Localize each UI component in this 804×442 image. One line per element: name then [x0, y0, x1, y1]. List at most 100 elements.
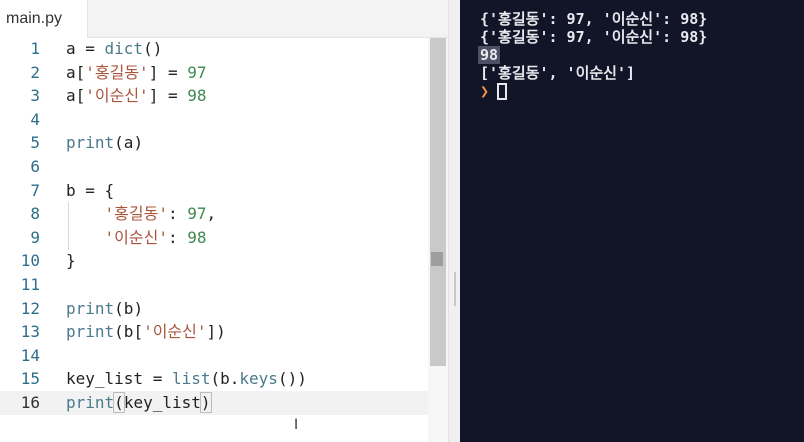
code-token: '이순신' — [143, 322, 207, 342]
code-text: } — [66, 249, 76, 273]
console-output-line: 98 — [478, 46, 501, 64]
code-token: : — [167, 204, 188, 224]
console-output-line: {'홍길동': 97, '이순신': 98} — [480, 28, 708, 46]
line-number: 10 — [20, 251, 40, 271]
code-line[interactable]: 13 print(b['이순신']) — [0, 320, 428, 344]
code-line[interactable]: 12 print(b) — [0, 297, 428, 321]
line-number: 9 — [30, 227, 40, 247]
code-area[interactable]: 1a = dict() 2 a['홍길동'] = 97 3 a['이순신'] = 98 4… — [0, 37, 428, 442]
code-line[interactable]: 5 print(a) — [0, 131, 428, 155]
code-text: print(a) — [66, 131, 143, 155]
line-number: 5 — [30, 133, 40, 153]
code-token: key_list = — [66, 369, 172, 389]
code-token: '홍길동' — [85, 62, 149, 82]
code-token: a[ — [66, 62, 86, 82]
code-token: () — [143, 39, 163, 58]
code-token: : — [167, 227, 188, 247]
code-line[interactable]: 3 a['이순신'] = 98 — [0, 84, 428, 108]
code-token: dict — [104, 39, 144, 58]
code-token: ] = — [148, 86, 188, 106]
code-token: '이순신' — [104, 227, 168, 247]
code-text: print(b) — [66, 297, 143, 321]
code-token: keys — [239, 369, 278, 389]
code-line[interactable]: 1 a = dict() — [0, 37, 428, 61]
code-token: (b[ — [114, 322, 144, 342]
code-token: 98 — [187, 227, 207, 247]
line-number: 6 — [30, 157, 40, 176]
code-line[interactable]: 6 — [0, 155, 428, 179]
code-text: a['이순신'] = 98 — [66, 84, 207, 108]
code-token: '이순신' — [85, 86, 149, 106]
code-token: ( — [113, 392, 125, 413]
code-text: print(b['이순신']) — [66, 320, 226, 344]
console-cursor[interactable] — [497, 83, 507, 100]
line-number: 15 — [20, 369, 40, 389]
code-token: 98 — [187, 86, 207, 106]
code-line[interactable]: 8 '홍길동': 97, — [0, 202, 428, 226]
line-number: 12 — [20, 298, 40, 318]
line-number: 1 — [30, 39, 40, 58]
code-text: '홍길동': 97, — [66, 202, 217, 226]
code-text: a = dict() — [66, 37, 162, 61]
code-token: (b) — [114, 298, 144, 318]
code-line[interactable]: 14 — [0, 344, 428, 368]
line-number: 8 — [30, 204, 40, 224]
line-number: 7 — [30, 180, 40, 200]
tab-main-py[interactable]: main.py — [0, 0, 88, 38]
code-token: ] = — [148, 62, 188, 82]
code-line[interactable]: 11 — [0, 273, 428, 297]
code-line[interactable]: 16 print(key_list) — [0, 391, 428, 415]
line-number: 4 — [30, 109, 40, 129]
code-token: print — [66, 298, 115, 318]
indent-guide — [68, 202, 69, 250]
code-text: b = { — [66, 179, 114, 203]
splitter-grip[interactable] — [454, 272, 456, 306]
code-token: key_list — [123, 393, 201, 412]
code-token: a = — [66, 39, 105, 58]
code-text: key_list = list(b.keys()) — [66, 367, 307, 391]
line-number: 3 — [30, 86, 40, 106]
prompt-icon: ❯ — [480, 82, 490, 100]
line-number: 11 — [20, 275, 40, 294]
code-token: print — [66, 322, 115, 342]
code-token: ()) — [277, 369, 307, 389]
scrollbar-marker — [431, 252, 443, 266]
code-line[interactable]: 15 key_list = list(b.keys()) — [0, 367, 428, 391]
line-number: 2 — [30, 62, 40, 82]
code-line[interactable]: 7 b = { — [0, 179, 428, 203]
code-token: a[ — [66, 86, 86, 106]
code-token: 97 — [187, 204, 207, 224]
code-text: print(key_list) — [66, 391, 212, 415]
code-token: '홍길동' — [104, 204, 168, 224]
console-pane[interactable]: {'홍길동': 97, '이순신': 98} {'홍길동': 97, '이순신'… — [460, 0, 804, 442]
code-line[interactable]: 9 '이순신': 98 — [0, 226, 428, 250]
code-token: (b. — [210, 369, 240, 389]
line-number: 13 — [20, 322, 40, 342]
code-line[interactable]: 10} — [0, 249, 428, 273]
console-output-line: {'홍길동': 97, '이순신': 98} — [480, 10, 708, 28]
line-number: 14 — [20, 345, 40, 365]
code-token: (a) — [114, 133, 144, 153]
line-number: 16 — [20, 393, 40, 412]
vertical-scrollbar[interactable] — [428, 38, 448, 442]
code-token: list — [171, 369, 211, 389]
code-text: a['홍길동'] = 97 — [66, 61, 207, 85]
code-text: '이순신': 98 — [66, 226, 207, 250]
code-token: , — [206, 204, 217, 224]
code-token: ]) — [206, 322, 226, 342]
code-line[interactable]: 2 a['홍길동'] = 97 — [0, 61, 428, 85]
code-line[interactable]: 4 — [0, 108, 428, 132]
scrollbar-thumb[interactable] — [430, 38, 446, 366]
code-token: ) — [199, 392, 212, 413]
code-token: print — [66, 393, 115, 412]
code-token: 97 — [187, 62, 207, 82]
pane-splitter[interactable] — [448, 0, 460, 442]
tab-bar: main.py — [0, 0, 456, 38]
editor-pane: main.py 1a = dict() 2 a['홍길동'] = 97 3 a['이순신… — [0, 0, 456, 442]
console-output-line: ['홍길동', '이순신'] — [480, 64, 636, 82]
code-token: } — [66, 251, 76, 271]
code-token: b = { — [66, 180, 115, 200]
code-token: print — [66, 133, 115, 153]
